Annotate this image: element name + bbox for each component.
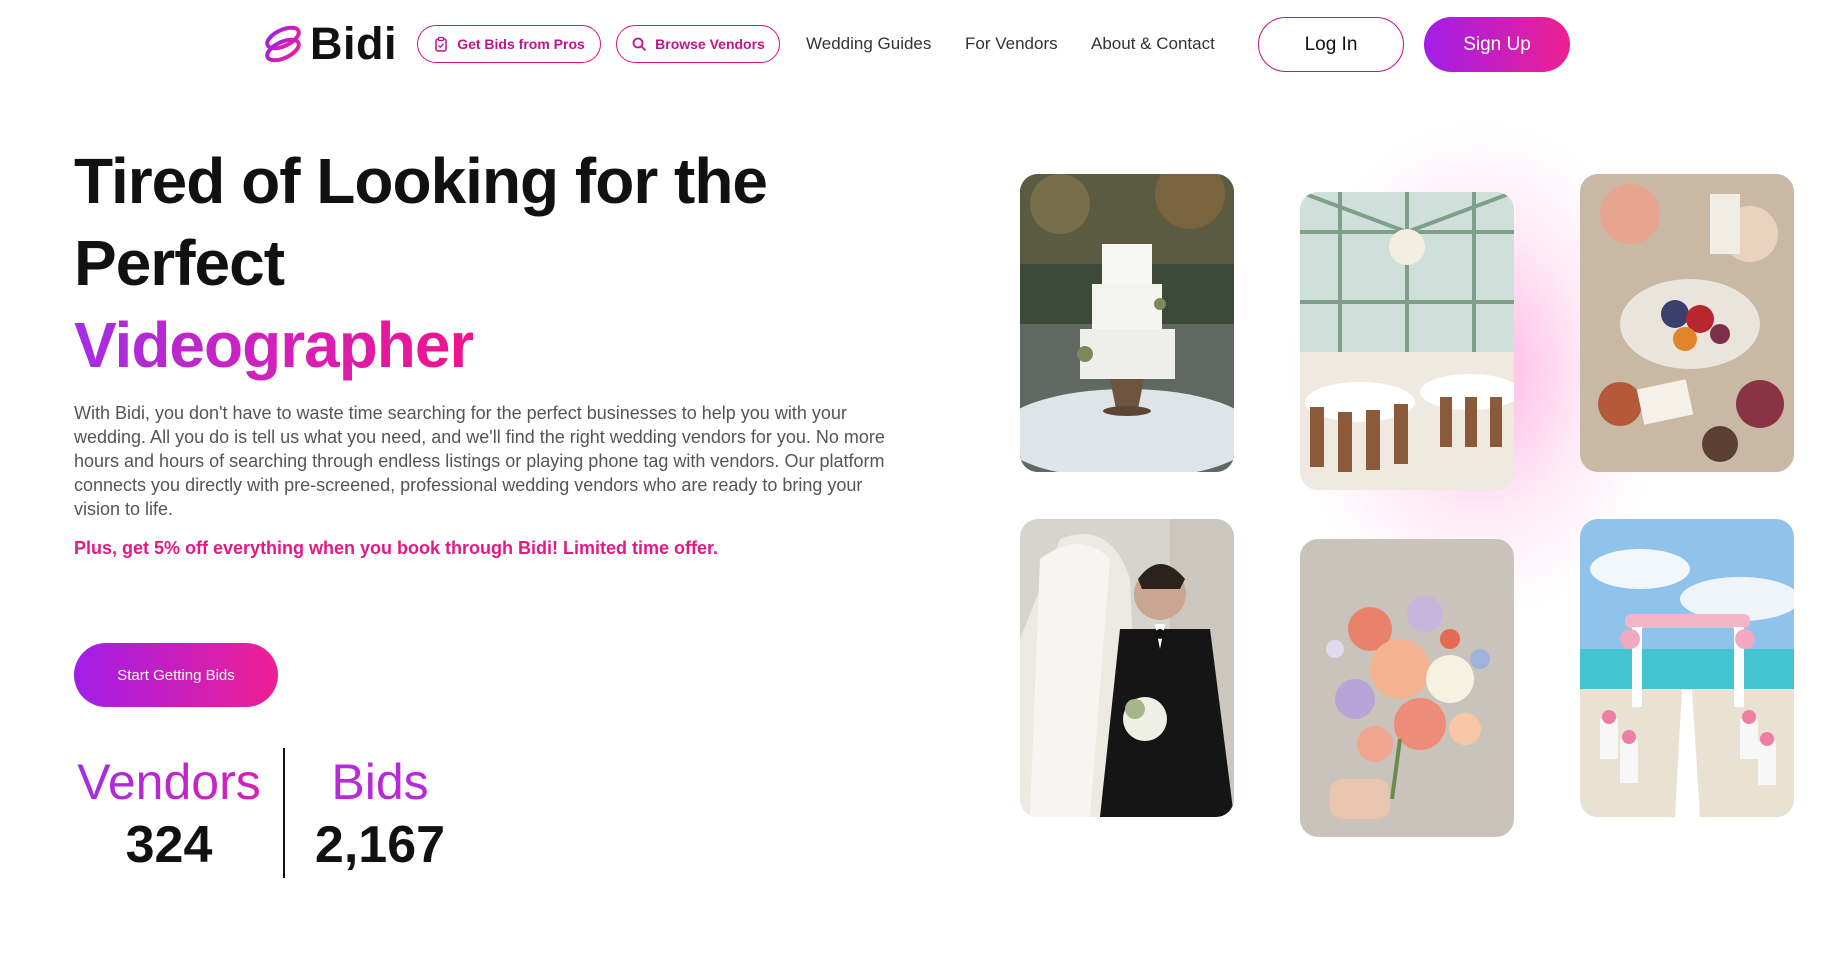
vendors-stat: Vendors 324 [74, 752, 264, 878]
search-icon [632, 37, 647, 51]
bouquet-photo [1300, 539, 1514, 837]
hero-headline: Tired of Looking for the Perfect [74, 145, 768, 299]
bids-stat: Bids 2,167 [305, 752, 455, 878]
login-button[interactable]: Log In [1258, 17, 1404, 72]
beach-aisle-photo [1580, 519, 1794, 817]
bids-stat-label: Bids [331, 754, 429, 810]
browse-vendors-label: Browse Vendors [655, 36, 765, 52]
brand-logo[interactable]: Bidi [262, 20, 397, 68]
promo-text: Plus, get 5% off everything when you boo… [74, 538, 719, 558]
brand-name: Bidi [310, 18, 397, 69]
stats-divider [283, 748, 285, 878]
get-bids-button[interactable]: Get Bids from Pros [417, 25, 601, 63]
nav-link-wedding-guides[interactable]: Wedding Guides [806, 34, 931, 54]
hero-description: With Bidi, you don't have to waste time … [74, 403, 885, 519]
bidi-logo-icon [265, 25, 301, 63]
browse-vendors-button[interactable]: Browse Vendors [616, 25, 780, 63]
nav-link-about-contact[interactable]: About & Contact [1091, 34, 1215, 54]
bids-stat-value: 2,167 [314, 816, 446, 874]
vendors-stat-value: 324 [125, 816, 213, 874]
start-getting-bids-button[interactable]: Start Getting Bids [74, 643, 278, 707]
nav-link-for-vendors[interactable]: For Vendors [965, 34, 1058, 54]
hero-highlight-word: Videographer [74, 304, 474, 386]
get-bids-label: Get Bids from Pros [457, 36, 585, 52]
wedding-cake-photo [1020, 174, 1234, 472]
vendors-stat-label: Vendors [74, 752, 264, 812]
couple-photo [1020, 519, 1234, 817]
reception-hall-photo [1300, 192, 1514, 490]
top-navigation: Bidi Get Bids from Pros Browse Vendors W… [0, 0, 1833, 90]
food-table-photo [1580, 174, 1794, 472]
clipboard-icon [435, 36, 447, 52]
signup-button[interactable]: Sign Up [1424, 17, 1570, 72]
